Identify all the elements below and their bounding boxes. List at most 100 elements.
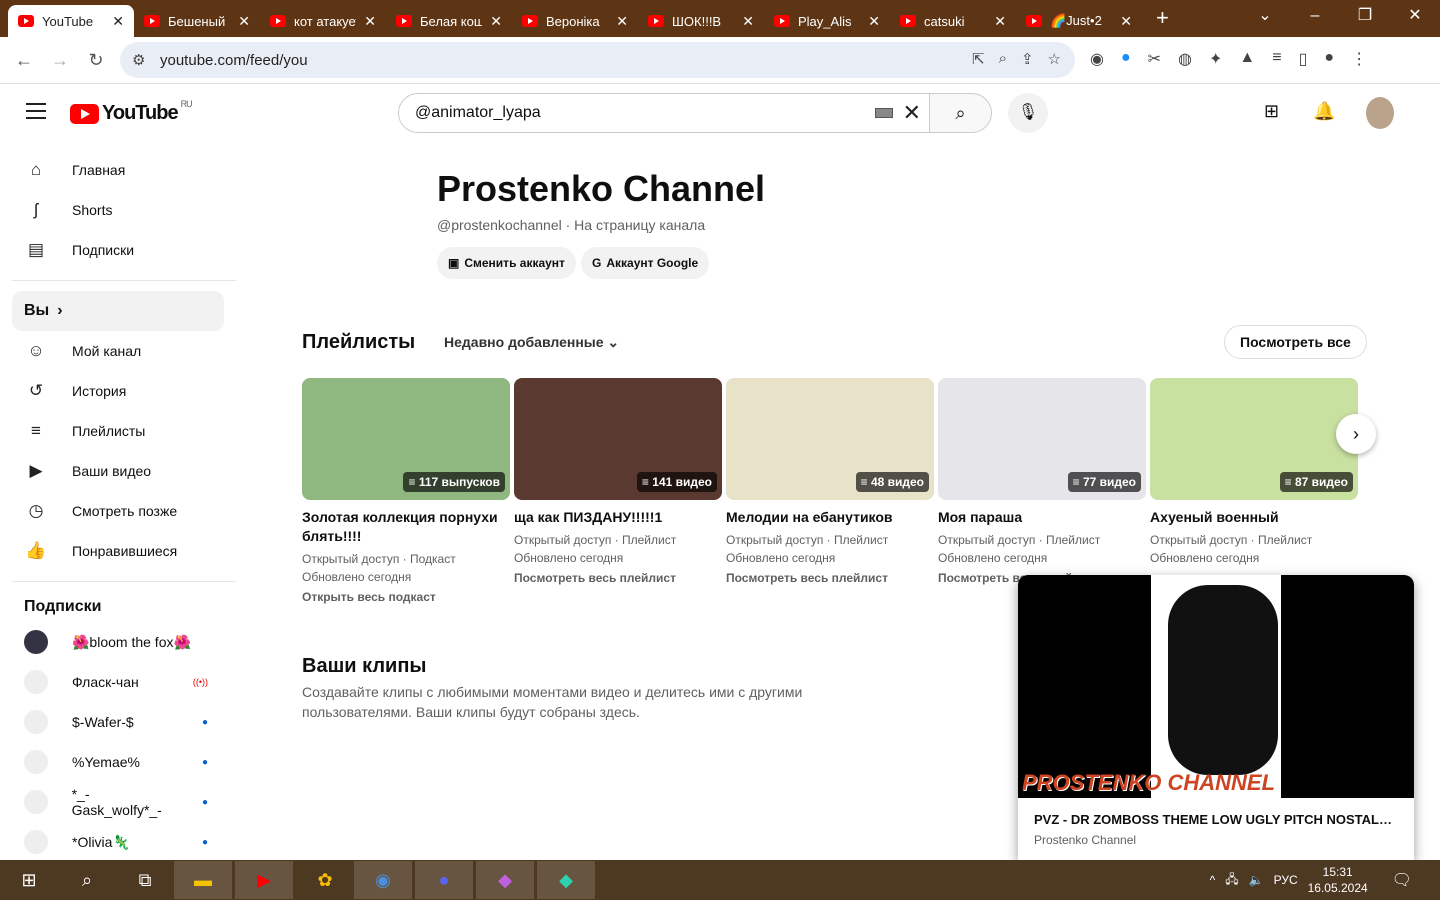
file-explorer-icon[interactable]: ▬ (174, 861, 232, 899)
back-button[interactable]: ← (6, 50, 42, 71)
browser-tab[interactable]: 🌈Just•2 ✕ (1016, 5, 1142, 37)
sidepanel-icon[interactable]: ▯ (1299, 49, 1308, 69)
browser-tab[interactable]: Вероніка ✕ (512, 5, 638, 37)
new-tab-button[interactable]: + (1156, 5, 1169, 31)
task-view-icon[interactable]: ⧉ (116, 861, 174, 899)
clear-search-icon[interactable]: ✕ (903, 100, 921, 126)
playlist-thumbnail[interactable]: ≡ 77 видео (938, 378, 1146, 500)
view-playlist-link[interactable]: Открыть весь подкаст (302, 590, 510, 604)
sidebar-item[interactable]: ≡ Плейлисты (12, 411, 224, 451)
media-icon[interactable]: ≡ (1272, 49, 1281, 69)
close-tab-icon[interactable]: ✕ (112, 13, 124, 30)
open-in-app-icon[interactable]: ⇱ (972, 50, 985, 68)
chrome-profile-icon[interactable]: ◉ (354, 861, 412, 899)
playlist-thumbnail[interactable]: ≡ 141 видео (514, 378, 722, 500)
close-tab-icon[interactable]: ✕ (490, 13, 502, 30)
bookmark-star-icon[interactable]: ☆ (1048, 50, 1061, 68)
menu-hamburger-icon[interactable] (26, 103, 46, 119)
playlist-title[interactable]: Ахуеный военный (1150, 508, 1358, 527)
shazam-icon[interactable]: ● (1121, 49, 1131, 69)
browser-tab[interactable]: Белая кошка ✕ (386, 5, 512, 37)
share-icon[interactable]: ⇪ (1021, 50, 1034, 68)
playlist-card[interactable]: ≡ 87 видео Ахуеный военный Открытый доступ… (1150, 378, 1358, 567)
view-playlist-link[interactable]: Посмотреть весь плейлист (726, 571, 934, 585)
google-photos-icon[interactable]: ✿ (296, 861, 354, 899)
close-tab-icon[interactable]: ✕ (994, 13, 1006, 30)
volume-icon[interactable]: 🔈 (1249, 873, 1264, 887)
playlist-title[interactable]: ща как ПИЗДАНУ!!!!!1 (514, 508, 722, 527)
see-all-button[interactable]: Посмотреть все (1224, 325, 1367, 359)
close-tab-icon[interactable]: ✕ (742, 13, 754, 30)
browser-tab[interactable]: ШОК!!!В ✕ (638, 5, 764, 37)
close-tab-icon[interactable]: ✕ (868, 13, 880, 30)
search-icon[interactable]: ⌕ (58, 861, 116, 899)
youtube-logo[interactable]: YouTube RU (70, 99, 193, 125)
site-info-icon[interactable]: ⚙ (132, 51, 145, 69)
switch-account-button[interactable]: ▣ Сменить аккаунт (437, 247, 576, 279)
miniplayer-video[interactable]: PROSTENKO CHANNEL (1018, 575, 1414, 798)
gem-app-icon[interactable]: ◆ (476, 861, 534, 899)
sidebar-item[interactable]: 👍 Понравившиеся (12, 531, 224, 571)
create-video-icon[interactable]: ⊞ (1264, 101, 1279, 122)
clock[interactable]: 15:31 16.05.2024 (1308, 864, 1368, 896)
forward-button[interactable]: → (42, 50, 78, 71)
google-account-button[interactable]: G Аккаунт Google (581, 247, 710, 279)
playlist-thumbnail[interactable]: ≡ 117 выпусков (302, 378, 510, 500)
extension-icon[interactable]: ◉ (1090, 49, 1104, 69)
discord-icon[interactable]: ● (415, 861, 473, 899)
miniplayer[interactable]: PROSTENKO CHANNEL PVZ - DR ZOMBOSS THEME… (1018, 575, 1414, 860)
maximize-button[interactable]: ❐ (1340, 0, 1390, 32)
close-window-button[interactable]: ✕ (1390, 0, 1440, 32)
notifications-bell-icon[interactable]: 🔔 (1313, 101, 1335, 122)
close-tab-icon[interactable]: ✕ (364, 13, 376, 30)
minimize-button[interactable]: – (1290, 0, 1340, 32)
browser-tab[interactable]: Play_Alis ✕ (764, 5, 890, 37)
search-button[interactable]: ⌕ (929, 93, 992, 133)
playlist-title[interactable]: Мелодии на ебанутиков (726, 508, 934, 527)
subscription-item[interactable]: $-Wafer-$ ● (12, 702, 224, 742)
playlist-title[interactable]: Золотая коллекция порнухи блять!!!! (302, 508, 510, 546)
view-playlist-link[interactable]: Посмотреть весь плейлист (514, 571, 722, 585)
scissors-icon[interactable]: ✂ (1148, 49, 1161, 69)
playlist-title[interactable]: Моя параша (938, 508, 1146, 527)
sidebar-item[interactable]: ☺ Мой канал (12, 331, 224, 371)
playlist-thumbnail[interactable]: ≡ 48 видео (726, 378, 934, 500)
globe-icon[interactable]: ◍ (1178, 49, 1192, 69)
sidebar-item[interactable]: ⌂ Главная (12, 150, 224, 190)
account-avatar[interactable] (1366, 97, 1394, 129)
keyboard-icon[interactable] (875, 108, 893, 118)
sidebar-item[interactable]: ◷ Смотреть позже (12, 491, 224, 531)
profile-icon[interactable]: ● (1324, 49, 1334, 69)
playlist-card[interactable]: ≡ 141 видео ща как ПИЗДАНУ!!!!!1 Открытый … (514, 378, 722, 585)
subscription-item[interactable]: *_-Gask_wolfy*_- ● (12, 782, 224, 822)
sidebar-item[interactable]: ʃ Shorts (12, 190, 224, 230)
sidebar-item[interactable]: ▶ Ваши видео (12, 451, 224, 491)
playlist-card[interactable]: ≡ 77 видео Моя параша Открытый доступ · Пл… (938, 378, 1146, 585)
browser-tab[interactable]: catsuki ✕ (890, 5, 1016, 37)
tray-chevron-icon[interactable]: ^ (1210, 873, 1216, 887)
subscription-item[interactable]: 🌺bloom the fox🌺 (12, 622, 224, 662)
reload-button[interactable]: ↻ (78, 50, 114, 71)
sidebar-item[interactable]: ▤ Подписки (12, 230, 224, 270)
browser-tab[interactable]: YouTube ✕ (8, 5, 134, 37)
puzzle-icon[interactable]: ✦ (1209, 49, 1222, 69)
url-input[interactable]: ⚙ youtube.com/feed/you ⇱ ⌕ ⇪ ☆ (120, 42, 1075, 78)
sidebar-item-you[interactable]: Вы › (12, 291, 224, 331)
channel-handle-link[interactable]: @prostenkochannel · На страницу канала (437, 217, 705, 233)
filmora-icon[interactable]: ◆ (537, 861, 595, 899)
subscription-item[interactable]: Фласк-чан ((•)) (12, 662, 224, 702)
sort-dropdown[interactable]: Недавно добавленные ⌄ (444, 334, 619, 351)
playlist-card[interactable]: ≡ 117 выпусков Золотая коллекция порнухи … (302, 378, 510, 604)
close-tab-icon[interactable]: ✕ (238, 13, 250, 30)
search-input[interactable]: @animator_lyapa ✕ (398, 93, 930, 133)
close-tab-icon[interactable]: ✕ (1120, 13, 1132, 30)
language-indicator[interactable]: РУС (1274, 873, 1298, 887)
flask-icon[interactable]: ▲ (1239, 49, 1255, 69)
browser-tab[interactable]: кот атакует ✕ (260, 5, 386, 37)
youtube-app-icon[interactable]: ▶ (235, 861, 293, 899)
zoom-icon[interactable]: ⌕ (999, 50, 1007, 68)
notifications-icon[interactable]: 🗨 (1392, 870, 1412, 890)
tab-search-icon[interactable]: ⌄ (1240, 0, 1290, 32)
playlist-card[interactable]: ≡ 48 видео Мелодии на ебанутиков Открытый … (726, 378, 934, 585)
start-windows-icon[interactable]: ⊞ (0, 861, 58, 899)
